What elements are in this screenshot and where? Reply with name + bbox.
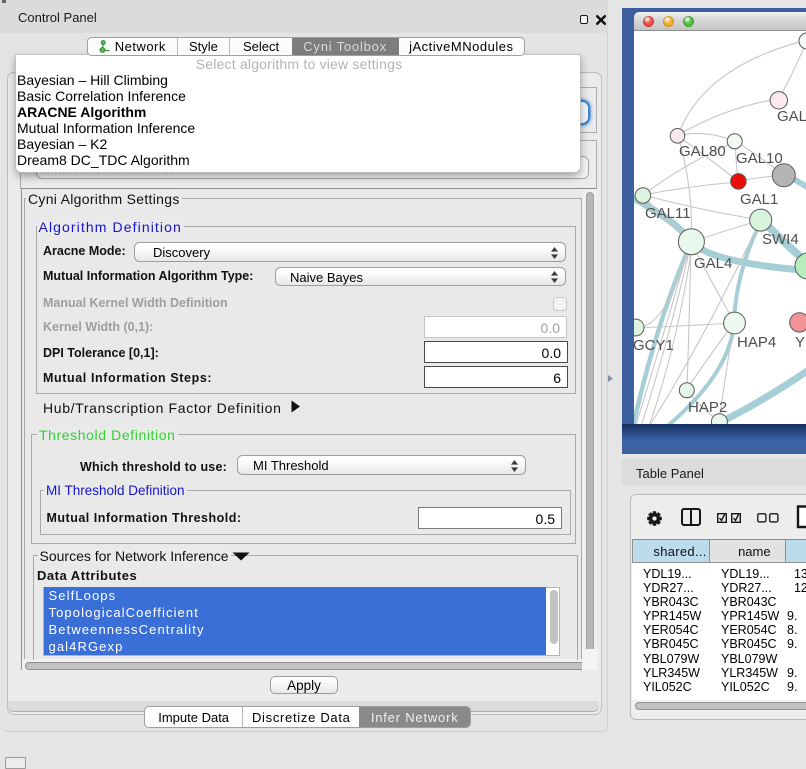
svg-text:GAL10: GAL10 <box>736 150 783 167</box>
svg-text:SWI4: SWI4 <box>762 231 799 248</box>
svg-text:Y: Y <box>795 334 805 351</box>
svg-text:HAP2: HAP2 <box>688 399 727 416</box>
svg-text:HAP4: HAP4 <box>737 334 776 351</box>
svg-text:GCY1: GCY1 <box>634 337 674 354</box>
svg-text:GAL11: GAL11 <box>645 205 691 222</box>
svg-text:GAL1: GAL1 <box>740 191 778 208</box>
svg-text:GAL4: GAL4 <box>694 255 732 272</box>
svg-text:GAL80: GAL80 <box>679 143 726 160</box>
svg-text:GAL7: GAL7 <box>777 108 806 125</box>
